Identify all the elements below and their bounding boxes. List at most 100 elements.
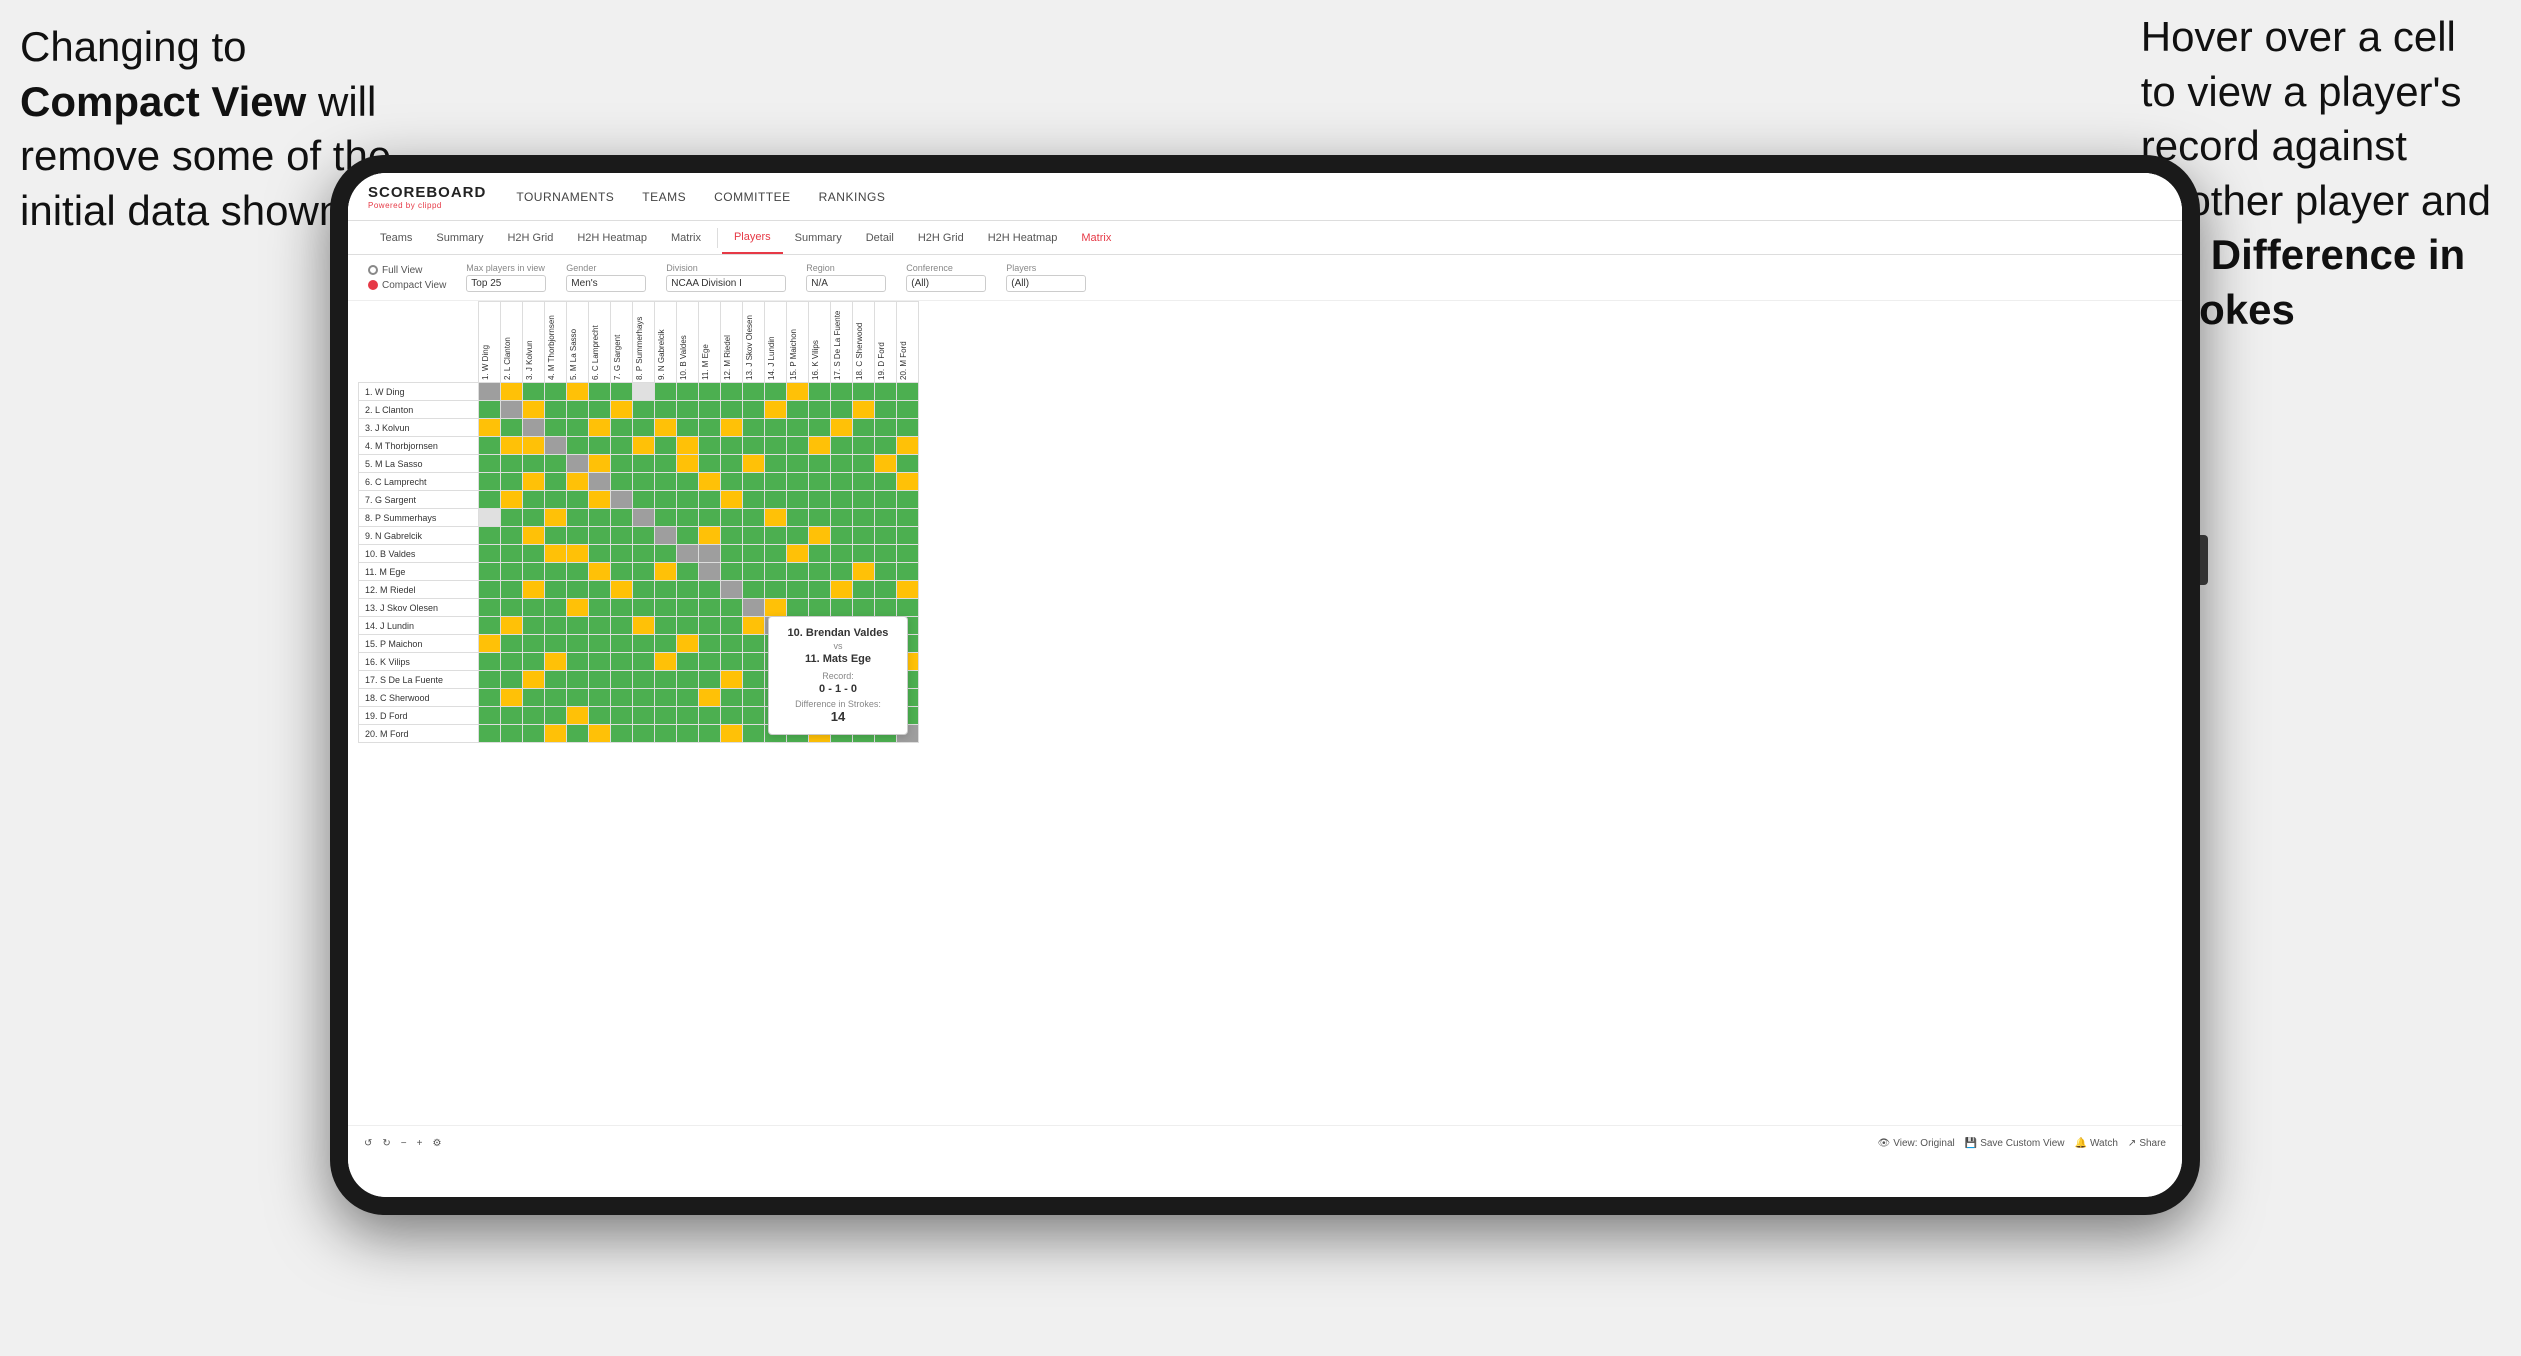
matrix-cell[interactable]	[677, 473, 699, 491]
matrix-cell[interactable]	[633, 401, 655, 419]
matrix-cell[interactable]	[765, 419, 787, 437]
matrix-cell[interactable]	[853, 491, 875, 509]
matrix-cell[interactable]	[677, 599, 699, 617]
matrix-cell[interactable]	[677, 545, 699, 563]
matrix-cell[interactable]	[721, 725, 743, 743]
matrix-cell[interactable]	[655, 671, 677, 689]
zoom-in-button[interactable]: +	[417, 1138, 423, 1149]
matrix-cell[interactable]	[545, 599, 567, 617]
subnav-detail[interactable]: Detail	[854, 221, 906, 254]
matrix-cell[interactable]	[501, 725, 523, 743]
matrix-cell[interactable]	[611, 473, 633, 491]
matrix-cell[interactable]	[633, 707, 655, 725]
matrix-cell[interactable]	[479, 473, 501, 491]
matrix-cell[interactable]	[655, 545, 677, 563]
matrix-cell[interactable]	[897, 581, 919, 599]
matrix-cell[interactable]	[545, 563, 567, 581]
matrix-grid-area[interactable]: 1. W Ding 2. L Clanton 3. J Kolvun 4. M …	[348, 301, 2182, 1125]
matrix-cell[interactable]	[699, 509, 721, 527]
matrix-cell[interactable]	[765, 383, 787, 401]
matrix-cell[interactable]	[721, 383, 743, 401]
matrix-cell[interactable]	[523, 545, 545, 563]
matrix-cell[interactable]	[611, 689, 633, 707]
matrix-cell[interactable]	[897, 473, 919, 491]
matrix-cell[interactable]	[611, 509, 633, 527]
subnav-teams[interactable]: Teams	[368, 221, 424, 254]
matrix-cell[interactable]	[545, 383, 567, 401]
matrix-cell[interactable]	[809, 545, 831, 563]
matrix-cell[interactable]	[765, 437, 787, 455]
matrix-cell[interactable]	[611, 419, 633, 437]
matrix-cell[interactable]	[809, 527, 831, 545]
matrix-cell[interactable]	[809, 491, 831, 509]
matrix-cell[interactable]	[831, 599, 853, 617]
matrix-cell[interactable]	[831, 419, 853, 437]
matrix-cell[interactable]	[567, 581, 589, 599]
redo-button[interactable]: ↻	[382, 1138, 390, 1149]
matrix-cell[interactable]	[567, 527, 589, 545]
matrix-cell[interactable]	[501, 545, 523, 563]
matrix-cell[interactable]	[765, 563, 787, 581]
matrix-cell[interactable]	[699, 527, 721, 545]
matrix-cell[interactable]	[545, 401, 567, 419]
matrix-cell[interactable]	[677, 383, 699, 401]
matrix-cell[interactable]	[567, 545, 589, 563]
matrix-cell[interactable]	[875, 527, 897, 545]
matrix-cell[interactable]	[699, 581, 721, 599]
matrix-cell[interactable]	[721, 473, 743, 491]
matrix-cell[interactable]	[501, 581, 523, 599]
matrix-cell[interactable]	[721, 509, 743, 527]
matrix-cell[interactable]	[611, 707, 633, 725]
matrix-cell[interactable]	[633, 437, 655, 455]
full-view-radio[interactable]	[368, 265, 378, 275]
matrix-cell[interactable]	[809, 437, 831, 455]
matrix-cell[interactable]	[479, 401, 501, 419]
matrix-cell[interactable]	[743, 617, 765, 635]
matrix-cell[interactable]	[765, 455, 787, 473]
matrix-cell[interactable]	[765, 599, 787, 617]
matrix-cell[interactable]	[743, 491, 765, 509]
matrix-cell[interactable]	[897, 437, 919, 455]
matrix-cell[interactable]	[567, 473, 589, 491]
matrix-cell[interactable]	[545, 725, 567, 743]
matrix-cell[interactable]	[655, 455, 677, 473]
matrix-cell[interactable]	[743, 725, 765, 743]
matrix-cell[interactable]	[589, 725, 611, 743]
matrix-cell[interactable]	[721, 581, 743, 599]
matrix-cell[interactable]	[809, 455, 831, 473]
matrix-cell[interactable]	[787, 581, 809, 599]
matrix-cell[interactable]	[655, 509, 677, 527]
matrix-cell[interactable]	[479, 509, 501, 527]
matrix-cell[interactable]	[831, 401, 853, 419]
matrix-cell[interactable]	[589, 635, 611, 653]
matrix-cell[interactable]	[677, 563, 699, 581]
matrix-cell[interactable]	[831, 383, 853, 401]
matrix-cell[interactable]	[523, 617, 545, 635]
matrix-cell[interactable]	[655, 437, 677, 455]
matrix-cell[interactable]	[567, 419, 589, 437]
matrix-cell[interactable]	[611, 527, 633, 545]
matrix-cell[interactable]	[809, 563, 831, 581]
matrix-cell[interactable]	[831, 509, 853, 527]
matrix-cell[interactable]	[853, 419, 875, 437]
nav-rankings[interactable]: RANKINGS	[819, 186, 886, 208]
matrix-cell[interactable]	[589, 401, 611, 419]
matrix-cell[interactable]	[655, 419, 677, 437]
matrix-cell[interactable]	[721, 599, 743, 617]
matrix-cell[interactable]	[545, 617, 567, 635]
subnav-h2h-grid-right[interactable]: H2H Grid	[906, 221, 976, 254]
matrix-cell[interactable]	[897, 545, 919, 563]
matrix-cell[interactable]	[633, 617, 655, 635]
matrix-cell[interactable]	[677, 401, 699, 419]
matrix-cell[interactable]	[545, 509, 567, 527]
division-select[interactable]: NCAA Division I	[666, 275, 786, 292]
matrix-cell[interactable]	[787, 599, 809, 617]
matrix-cell[interactable]	[875, 437, 897, 455]
matrix-cell[interactable]	[721, 653, 743, 671]
matrix-cell[interactable]	[611, 671, 633, 689]
region-select[interactable]: N/A	[806, 275, 886, 292]
matrix-cell[interactable]	[853, 401, 875, 419]
matrix-cell[interactable]	[633, 689, 655, 707]
matrix-cell[interactable]	[589, 599, 611, 617]
matrix-cell[interactable]	[721, 455, 743, 473]
